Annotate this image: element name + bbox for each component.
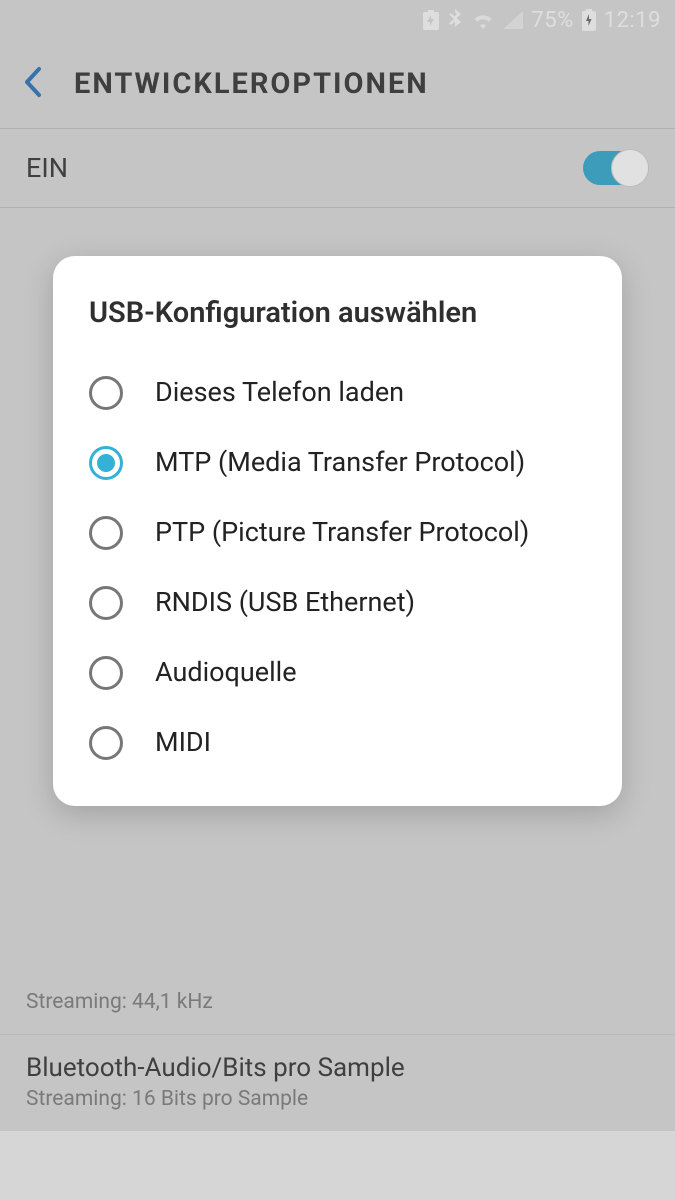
option-audio[interactable]: Audioquelle — [83, 638, 592, 708]
dialog-title: USB-Konfiguration auswählen — [83, 296, 592, 330]
radio-icon — [89, 446, 123, 480]
radio-icon — [89, 586, 123, 620]
radio-icon — [89, 516, 123, 550]
option-charge[interactable]: Dieses Telefon laden — [83, 358, 592, 428]
radio-icon — [89, 376, 123, 410]
option-mtp[interactable]: MTP (Media Transfer Protocol) — [83, 428, 592, 498]
usb-config-dialog: USB-Konfiguration auswählen Dieses Telef… — [53, 256, 622, 806]
option-label: MIDI — [155, 726, 211, 760]
option-rndis[interactable]: RNDIS (USB Ethernet) — [83, 568, 592, 638]
option-label: RNDIS (USB Ethernet) — [155, 586, 415, 620]
option-ptp[interactable]: PTP (Picture Transfer Protocol) — [83, 498, 592, 568]
radio-icon — [89, 656, 123, 690]
option-label: PTP (Picture Transfer Protocol) — [155, 516, 529, 550]
option-label: Dieses Telefon laden — [155, 376, 404, 410]
option-label: Audioquelle — [155, 656, 297, 690]
radio-icon — [89, 726, 123, 760]
option-midi[interactable]: MIDI — [83, 708, 592, 778]
option-label: MTP (Media Transfer Protocol) — [155, 446, 525, 480]
